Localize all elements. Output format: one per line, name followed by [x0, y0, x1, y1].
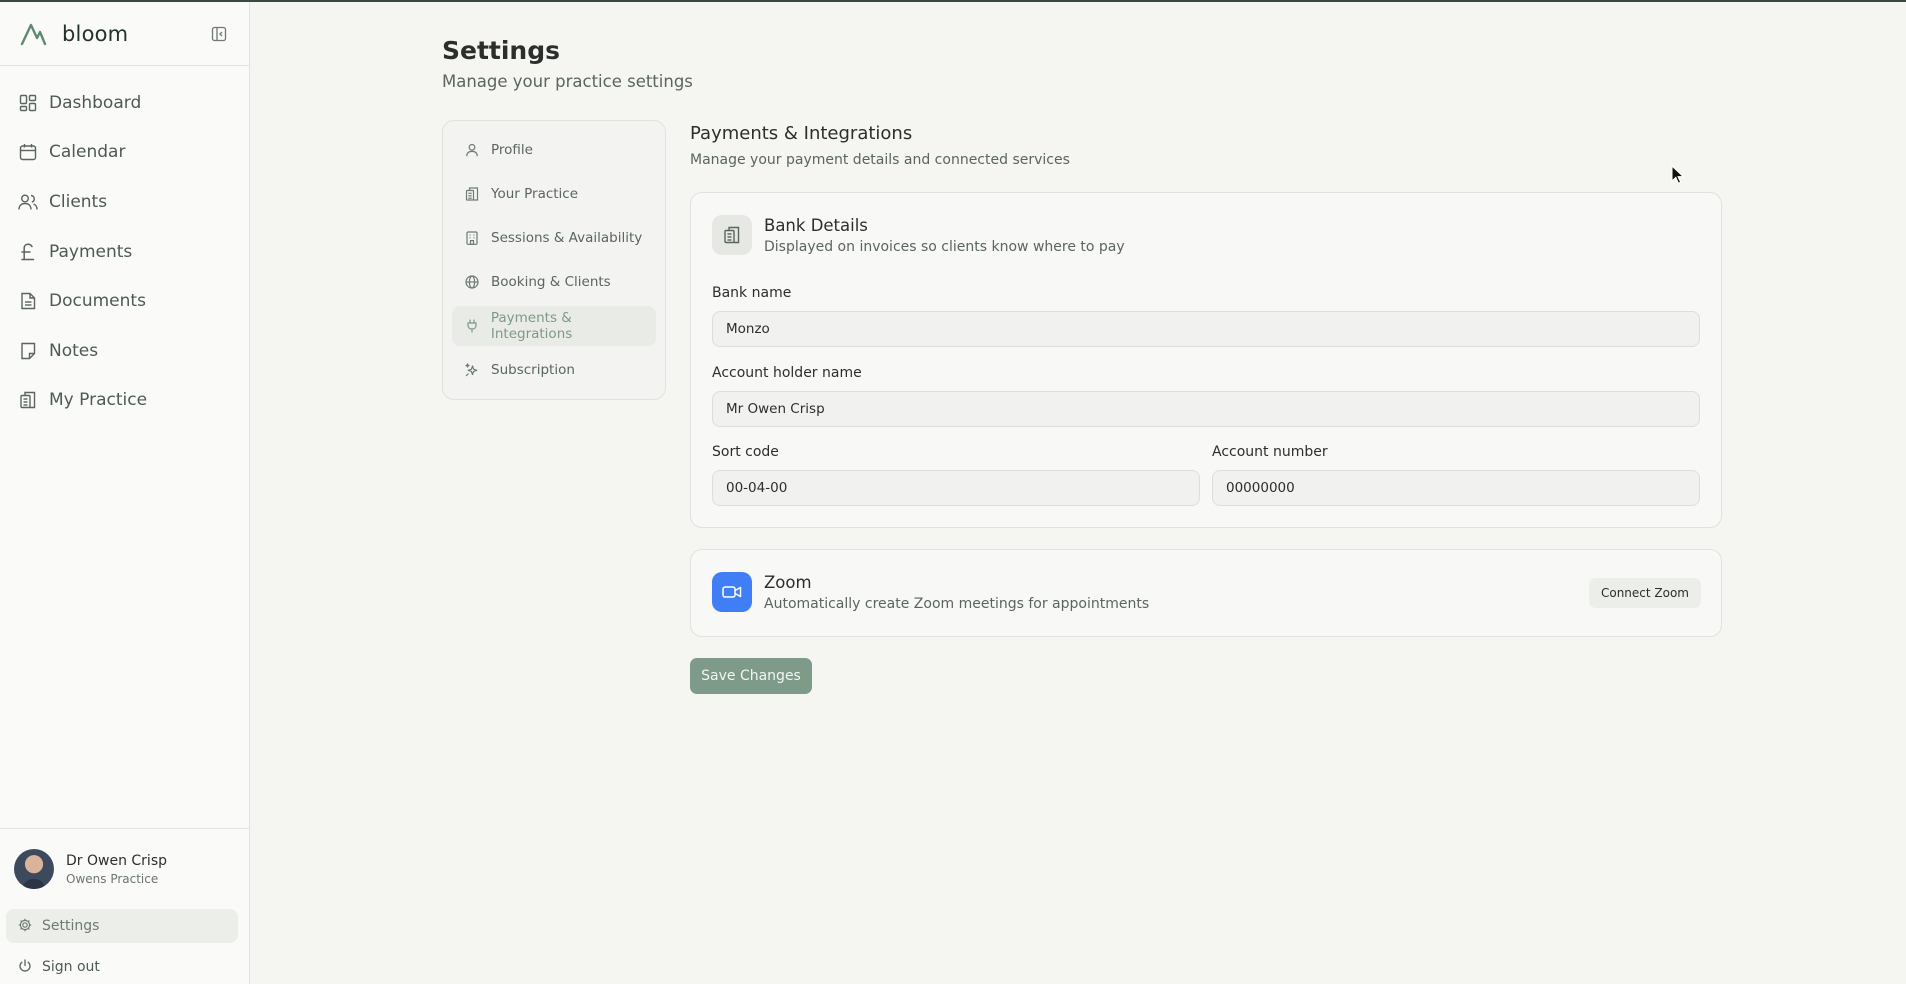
sidebar-item-settings[interactable]: Settings — [6, 909, 238, 943]
user-practice: Owens Practice — [66, 871, 159, 886]
main-nav: Dashboard Calendar Clients Payments Docu… — [0, 66, 249, 425]
settings-tab-profile[interactable]: Profile — [452, 130, 656, 170]
top-border — [0, 0, 1906, 2]
user-icon — [464, 142, 480, 158]
sidebar-item-documents[interactable]: Documents — [0, 276, 249, 326]
sign-out-button[interactable]: Sign out — [6, 950, 238, 984]
sidebar-item-calendar[interactable]: Calendar — [0, 128, 249, 178]
bank-building-icon — [712, 215, 752, 255]
settings-tab-booking-clients[interactable]: Booking & Clients — [452, 262, 656, 302]
sidebar-collapse-icon[interactable] — [211, 26, 227, 42]
video-camera-icon — [712, 572, 752, 612]
page-subtitle: Manage your practice settings — [442, 72, 693, 91]
settings-tab-subscription[interactable]: Subscription — [452, 350, 656, 390]
building-icon — [464, 186, 480, 202]
sidebar-item-label: Notes — [49, 340, 99, 361]
pound-icon — [18, 242, 38, 262]
settings-tab-label: Sessions & Availability — [491, 230, 643, 246]
bloom-logo-icon[interactable] — [18, 19, 48, 49]
zoom-subtitle: Automatically create Zoom meetings for a… — [764, 595, 1150, 612]
zoom-integration-card: Zoom Automatically create Zoom meetings … — [690, 549, 1722, 637]
account-number-input[interactable]: 00000000 — [1212, 470, 1700, 506]
brand: bloom — [0, 2, 249, 66]
sidebar-item-label: Dashboard — [49, 92, 142, 113]
user-name: Dr Owen Crisp — [66, 852, 167, 869]
user-profile[interactable]: Dr Owen Crisp Owens Practice — [0, 828, 249, 889]
settings-tab-payments-integrations[interactable]: Payments & Integrations — [452, 306, 656, 346]
sort-code-label: Sort code — [712, 444, 779, 460]
settings-tab-sessions-availability[interactable]: Sessions & Availability — [452, 218, 656, 258]
document-icon — [18, 291, 38, 311]
app-name: bloom — [62, 21, 129, 46]
section-subtitle: Manage your payment details and connecte… — [690, 152, 1070, 168]
bank-details-title: Bank Details — [764, 215, 868, 235]
sidebar-item-payments[interactable]: Payments — [0, 227, 249, 277]
calendar-icon — [18, 142, 38, 162]
sidebar-item-clients[interactable]: Clients — [0, 177, 249, 227]
sign-out-label: Sign out — [42, 959, 100, 975]
sort-code-input[interactable]: 00-04-00 — [712, 470, 1200, 506]
power-icon — [18, 958, 32, 977]
sidebar: bloom Dashboard Calendar Clients Payment… — [0, 2, 250, 984]
sidebar-item-label: Clients — [49, 191, 108, 212]
users-icon — [18, 192, 38, 212]
bank-details-subtitle: Displayed on invoices so clients know wh… — [764, 238, 1125, 255]
sidebar-item-label: Calendar — [49, 142, 126, 163]
globe-icon — [464, 274, 480, 290]
plug-icon — [464, 318, 480, 334]
account-number-label: Account number — [1212, 444, 1328, 460]
gear-icon — [18, 917, 32, 936]
settings-tab-label: Your Practice — [491, 186, 579, 202]
sidebar-item-label: Payments — [49, 241, 133, 262]
settings-tab-label: Booking & Clients — [491, 274, 611, 290]
bank-name-label: Bank name — [712, 285, 792, 301]
sparkles-icon — [464, 362, 480, 378]
zoom-title: Zoom — [764, 572, 812, 592]
connect-zoom-button[interactable]: Connect Zoom — [1588, 578, 1701, 608]
sidebar-settings-label: Settings — [42, 918, 100, 934]
settings-tab-label: Profile — [491, 142, 533, 158]
settings-tab-label: Payments & Integrations — [490, 310, 573, 342]
section-title: Payments & Integrations — [690, 123, 913, 144]
save-changes-button[interactable]: Save Changes — [690, 658, 812, 694]
bank-name-input[interactable]: Monzo — [712, 311, 1700, 347]
account-holder-input[interactable]: Mr Owen Crisp — [712, 391, 1700, 427]
page-title: Settings — [442, 36, 561, 65]
account-holder-label: Account holder name — [712, 365, 862, 381]
sidebar-item-label: My Practice — [49, 390, 148, 411]
settings-tab-your-practice[interactable]: Your Practice — [452, 174, 656, 214]
settings-nav: Profile Your Practice Sessions & Availab… — [442, 120, 666, 400]
sidebar-item-label: Documents — [49, 291, 146, 312]
bank-details-card: Bank Details Displayed on invoices so cl… — [690, 192, 1722, 528]
avatar — [14, 849, 54, 889]
mouse-cursor-icon — [1671, 164, 1685, 189]
sidebar-item-my-practice[interactable]: My Practice — [0, 376, 249, 426]
note-icon — [18, 341, 38, 361]
dashboard-icon — [18, 93, 38, 113]
building-icon — [18, 390, 38, 410]
sidebar-item-notes[interactable]: Notes — [0, 326, 249, 376]
settings-tab-label: Subscription — [491, 362, 575, 378]
sidebar-item-dashboard[interactable]: Dashboard — [0, 78, 249, 128]
office-icon — [464, 230, 480, 246]
